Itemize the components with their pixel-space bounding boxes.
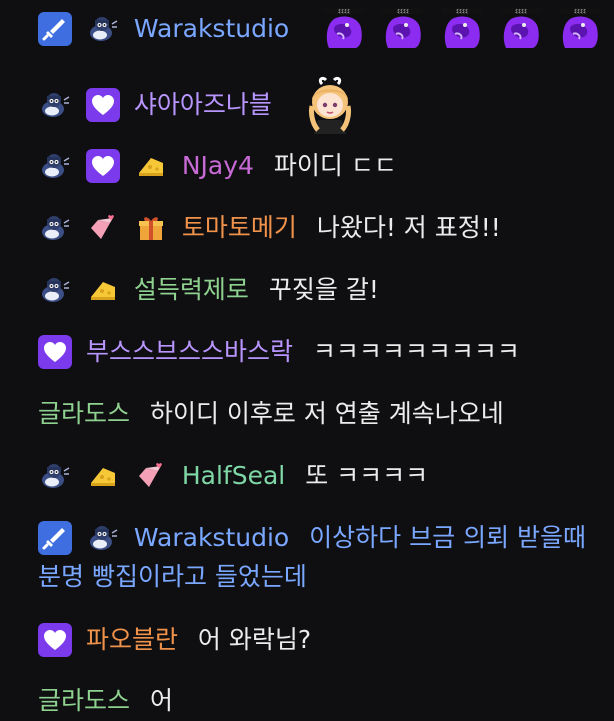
chat-username[interactable]: HalfSeal <box>182 461 285 490</box>
purple-creature-emote-icon[interactable] <box>439 6 485 52</box>
chat-message: HalfSeal 또 ㅋㅋㅋㅋ <box>38 455 614 496</box>
chat-message: Warakstudio 이상하다 브금 의뢰 받을때 분명 빵집이라고 들었는데 <box>38 518 614 596</box>
cheese-badge-icon[interactable] <box>134 149 168 183</box>
penguin-badge-icon[interactable] <box>86 12 120 46</box>
chat-username[interactable]: 샤아아즈나블 <box>134 90 272 119</box>
anime-girl-emote-icon[interactable] <box>304 76 356 134</box>
pink-heart-badge-icon[interactable] <box>86 211 120 245</box>
chat-message: 글라도스 어 <box>38 680 614 721</box>
purple-creature-emote-icon[interactable] <box>380 6 426 52</box>
chat-message-text: 꾸짖을 갈! <box>268 275 379 304</box>
penguin-badge-icon[interactable] <box>86 521 120 555</box>
chat-message-text: 또 ㅋㅋㅋㅋ <box>305 461 429 490</box>
chat-message-text: 나왔다! 저 표정!! <box>316 213 501 242</box>
sword-mod-badge-icon[interactable] <box>38 12 72 46</box>
purple-creature-emote-icon[interactable] <box>321 6 367 52</box>
chat-username[interactable]: Warakstudio <box>134 523 289 552</box>
penguin-badge-icon[interactable] <box>38 211 72 245</box>
chat-message: 토마토메기 나왔다! 저 표정!! <box>38 207 614 248</box>
chat-message-text: 하이디 이후로 저 연출 계속나오네 <box>149 399 504 428</box>
heart-sub-badge-icon[interactable] <box>38 335 72 369</box>
chat-username[interactable]: 토마토메기 <box>182 213 297 242</box>
penguin-badge-icon[interactable] <box>38 273 72 307</box>
gift-badge-icon[interactable] <box>134 211 168 245</box>
cheese-badge-icon[interactable] <box>86 273 120 307</box>
chat-message-text: 어 <box>149 686 173 715</box>
chat-username[interactable]: 글라도스 <box>38 686 130 715</box>
emote-group <box>321 6 608 52</box>
chat-log: Warakstudio 샤아아즈나블 NJay4 파이디 ㄷㄷ 토마토메기 나왔… <box>0 0 614 715</box>
chat-message: 파오블란 어 와락님? <box>38 619 614 660</box>
penguin-badge-icon[interactable] <box>38 459 72 493</box>
penguin-badge-icon[interactable] <box>38 88 72 122</box>
chat-message: NJay4 파이디 ㄷㄷ <box>38 145 614 186</box>
chat-message-text: ㅋㅋㅋㅋㅋㅋㅋㅋㅋ <box>312 337 520 366</box>
cheese-badge-icon[interactable] <box>86 459 120 493</box>
heart-sub-badge-icon[interactable] <box>85 88 120 122</box>
chat-username[interactable]: 파오블란 <box>86 625 178 654</box>
chat-username[interactable]: 설득력제로 <box>134 275 249 304</box>
chat-username[interactable]: 부스스브스스바스락 <box>86 337 293 366</box>
chat-message-text: 파이디 ㄷㄷ <box>273 151 397 180</box>
chat-message: Warakstudio <box>38 6 614 52</box>
chat-message: 샤아아즈나블 <box>38 76 614 134</box>
purple-creature-emote-icon[interactable] <box>557 6 603 52</box>
chat-message-text: 이상하다 브금 의뢰 받을때 분명 빵집이라고 들었는데 <box>38 523 587 591</box>
penguin-badge-icon[interactable] <box>38 149 72 183</box>
chat-username[interactable]: Warakstudio <box>134 14 289 43</box>
chat-message: 설득력제로 꾸짖을 갈! <box>38 269 614 310</box>
chat-message: 부스스브스스바스락 ㅋㅋㅋㅋㅋㅋㅋㅋㅋ <box>38 331 614 372</box>
purple-creature-emote-icon[interactable] <box>498 6 544 52</box>
chat-username[interactable]: 글라도스 <box>38 399 130 428</box>
chat-username[interactable]: NJay4 <box>182 151 254 180</box>
heart-sub-badge-icon[interactable] <box>85 149 120 183</box>
chat-message: 글라도스 하이디 이후로 저 연출 계속나오네 <box>38 393 614 434</box>
pink-heart-badge-icon[interactable] <box>134 459 168 493</box>
chat-message-text: 어 와락님? <box>197 625 312 654</box>
sword-mod-badge-icon[interactable] <box>38 521 72 555</box>
heart-sub-badge-icon[interactable] <box>38 623 72 657</box>
